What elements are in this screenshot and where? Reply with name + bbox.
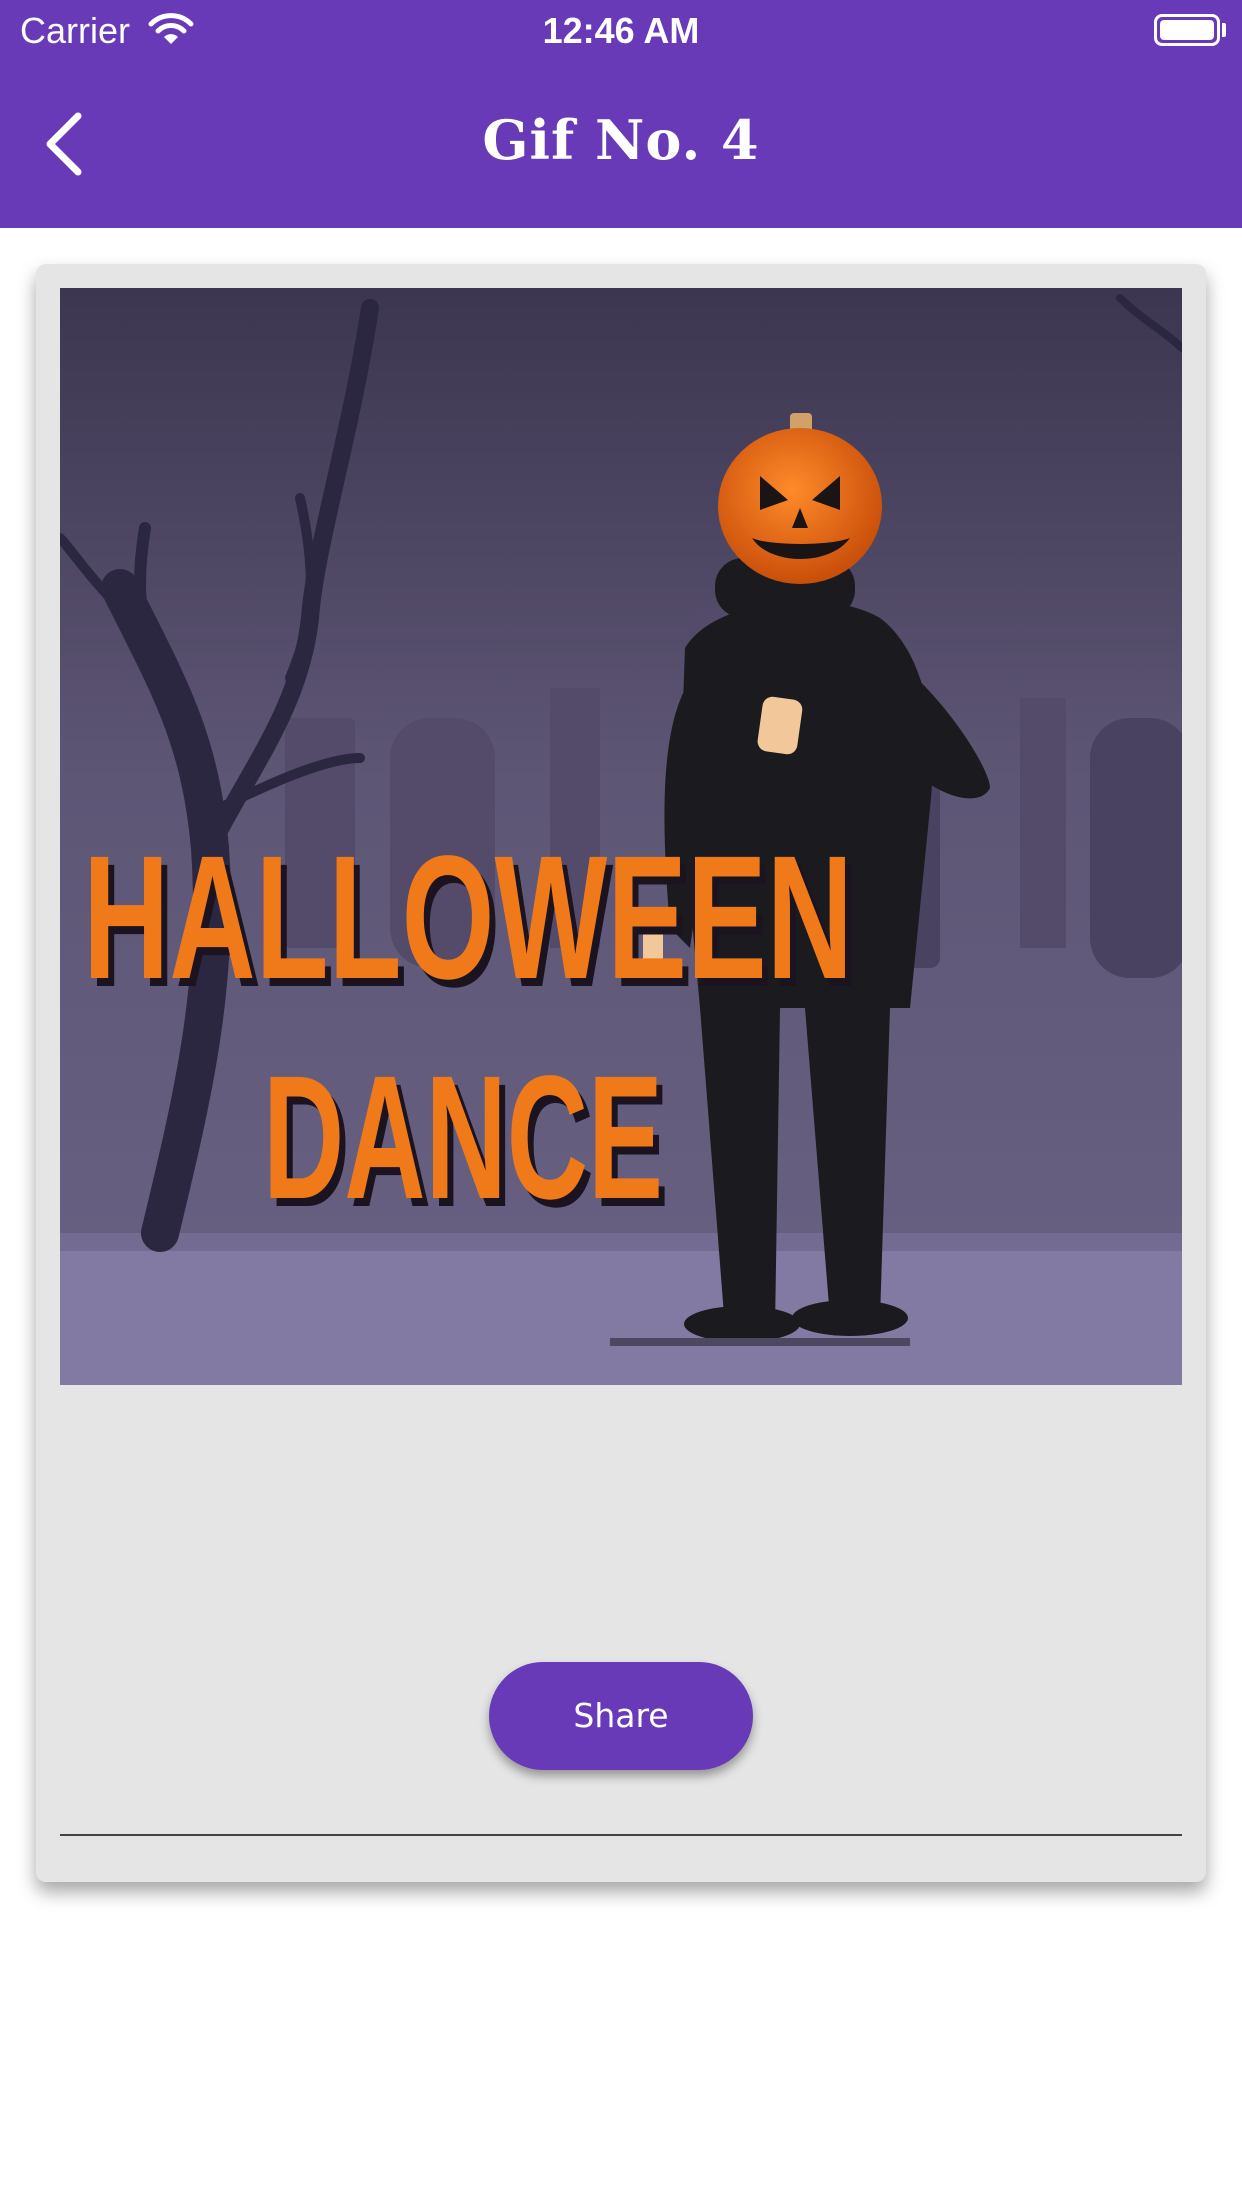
- gif-card: HALLOWEEN HALLOWEEN DANCE DANCE Share: [36, 264, 1206, 1882]
- navigation-bar: Carrier 12:46 AM Gif No. 4: [0, 0, 1242, 228]
- divider: [60, 1834, 1182, 1836]
- gif-image: HALLOWEEN HALLOWEEN DANCE DANCE: [60, 288, 1182, 1385]
- status-time: 12:46 AM: [542, 10, 700, 51]
- page-title: Gif No. 4: [482, 108, 760, 172]
- gif-text-line1-fill: HALLOWEEN: [83, 820, 853, 1016]
- battery-icon: [1154, 14, 1220, 46]
- battery-tip: [1222, 23, 1226, 37]
- gif-text-line2-fill: DANCE: [263, 1040, 663, 1236]
- share-button[interactable]: Share: [489, 1662, 753, 1770]
- status-bar: Carrier 12:46 AM: [0, 0, 1242, 62]
